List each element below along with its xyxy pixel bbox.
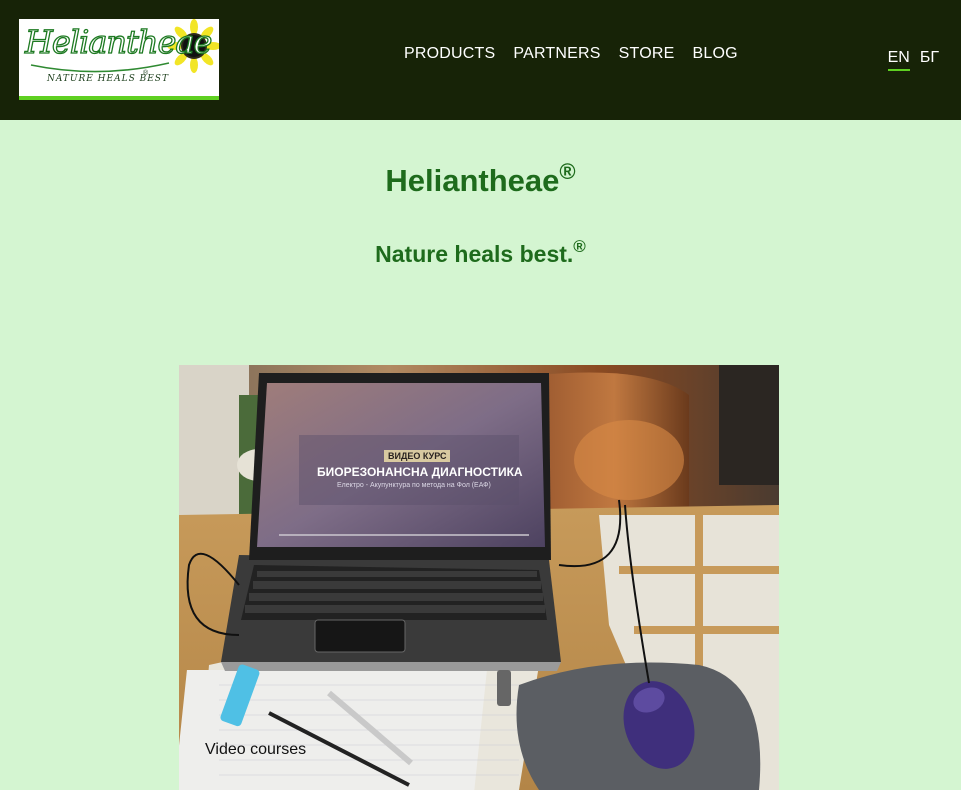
language-bg[interactable]: БГ [920, 48, 939, 68]
logo-tagline: NATURE HEALS BEST [47, 74, 169, 84]
page-title: Heliantheae® [0, 152, 961, 201]
language-switcher: EN БГ [887, 48, 939, 71]
screen-subtitle: Електро - Акупунктура по метода на Фол (… [337, 482, 491, 489]
nav-item-products[interactable]: PRODUCTS [395, 44, 504, 64]
main-nav: PRODUCTS PARTNERS STORE BLOG [395, 44, 747, 64]
site-header: Heliantheae NATURE HEALS BEST ® PRODUCTS… [0, 0, 961, 120]
logo-underline [19, 96, 219, 100]
subtitle-registered-mark: ® [573, 237, 586, 256]
site-logo[interactable]: Heliantheae NATURE HEALS BEST ® [19, 19, 219, 100]
title-registered-mark: ® [559, 159, 576, 184]
nav-item-partners[interactable]: PARTNERS [504, 44, 609, 64]
video-courses-card[interactable]: ВИДЕО КУРС БИОРЕЗОНАНСНА ДИАГНОСТИКА Еле… [179, 365, 779, 790]
logo-registered-mark: ® [143, 70, 149, 77]
subtitle-text: Nature heals best. [375, 241, 574, 267]
nav-item-store[interactable]: STORE [610, 44, 684, 64]
laptop-desk-photo [179, 365, 779, 790]
video-courses-caption: Video courses [205, 741, 307, 758]
page: Heliantheae NATURE HEALS BEST ® PRODUCTS… [0, 0, 961, 790]
language-en[interactable]: EN [887, 48, 911, 71]
screen-title: БИОРЕЗОНАНСНА ДИАГНОСТИКА [317, 465, 523, 479]
page-subtitle: Nature heals best.® [0, 231, 961, 270]
title-text: Heliantheae [385, 163, 560, 198]
screen-badge: ВИДЕО КУРС [384, 450, 451, 462]
logo-wordmark: Heliantheae [24, 22, 213, 61]
nav-item-blog[interactable]: BLOG [683, 44, 746, 64]
